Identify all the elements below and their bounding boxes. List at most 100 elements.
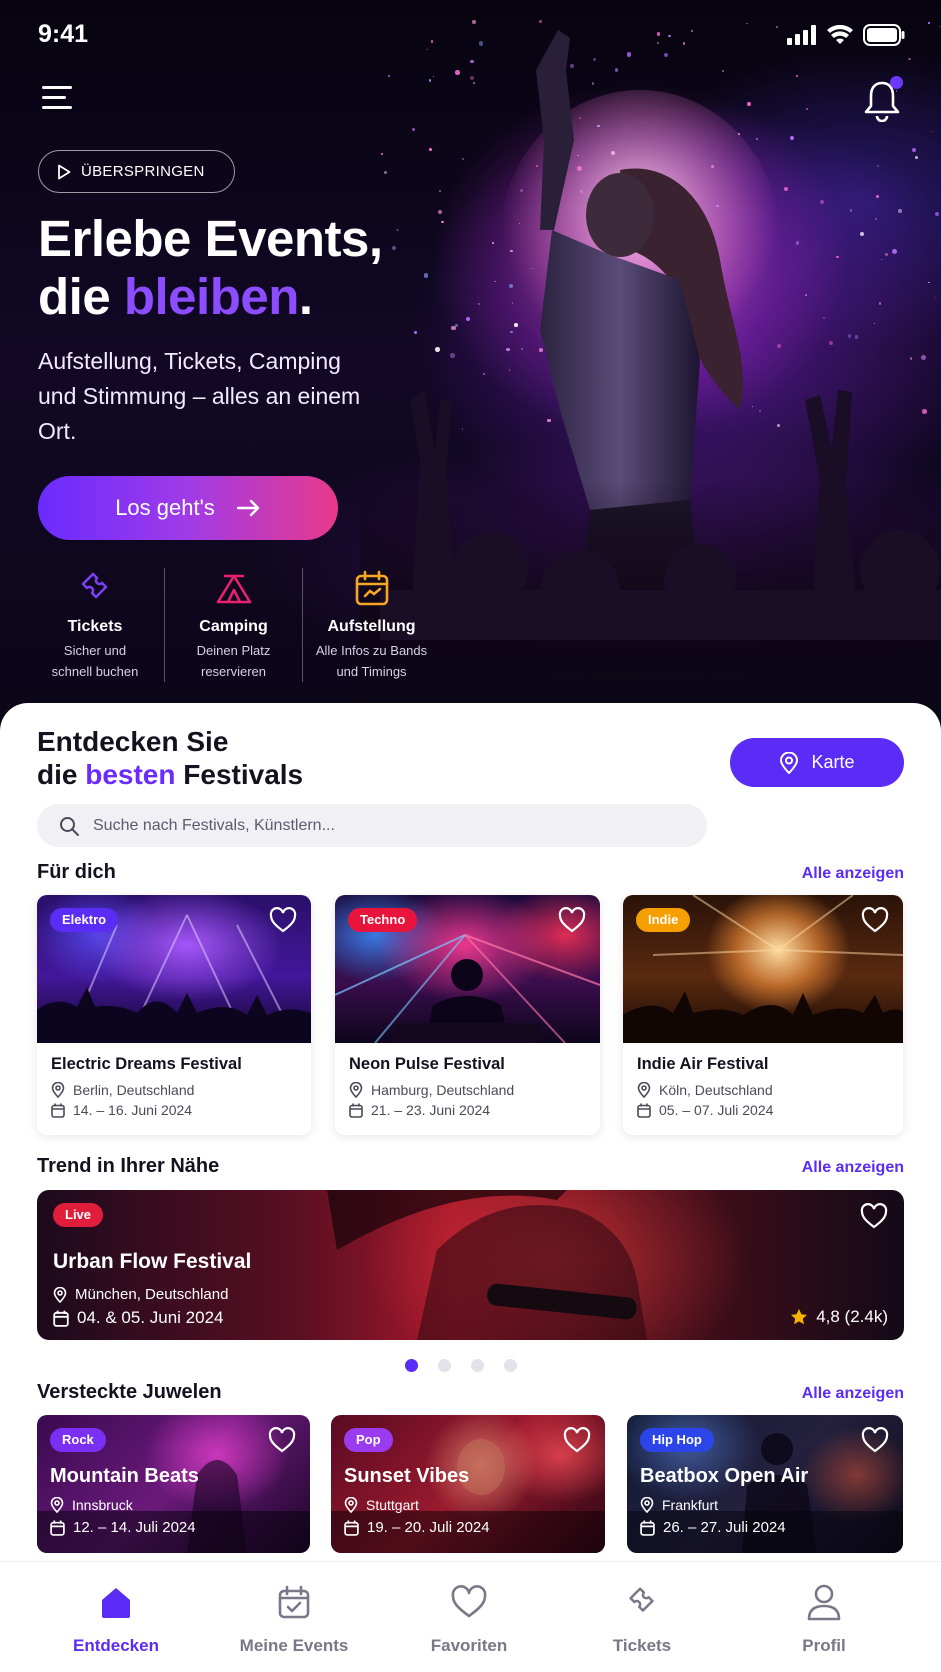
notification-badge [890,76,903,89]
hidden-gem-card[interactable]: Pop Sunset Vibes Stuttgart 19. – 20. Jul… [331,1415,605,1553]
favorite-heart-icon[interactable] [861,907,889,933]
sparkle-light [914,156,918,160]
carousel-dot[interactable] [504,1359,517,1372]
get-started-button[interactable]: Los geht's [38,476,338,540]
sparkle-light [892,248,898,254]
sparkle-light [455,70,460,75]
menu-icon[interactable] [42,84,74,112]
gem-date-text: 19. – 20. Juli 2024 [367,1519,490,1536]
location-pin-icon [637,1082,651,1098]
calendar-small-icon [344,1520,359,1536]
for-you-title: Für dich [37,861,116,883]
home-icon [102,1588,130,1618]
tab-tickets[interactable]: Tickets [562,1582,722,1656]
gem-date-text: 26. – 27. Juli 2024 [663,1519,786,1536]
trending-title: Trend in Ihrer Nähe [37,1155,220,1177]
hidden-gems-header: Versteckte Juwelen Alle anzeigen [37,1381,904,1404]
hidden-gems-see-all-link[interactable]: Alle anzeigen [802,1385,904,1403]
location-pin-icon [344,1497,358,1513]
sparkle-light [804,294,807,296]
genre-tag: Elektro [50,908,119,932]
feature-desc: Deinen Platz reservieren [165,640,302,682]
sparkle-light [884,252,888,256]
calendar-small-icon [50,1520,65,1536]
skip-button[interactable]: ÜBERSPRINGEN [38,150,235,193]
event-card[interactable]: Elektro Electric Dreams Festival Berlin,… [37,895,311,1135]
discover-title: Entdecken Sie die besten Festivals [37,725,303,791]
carousel-dot[interactable] [438,1359,451,1372]
sparkle-light [437,210,442,215]
signal-icon [787,25,816,45]
gem-title: Mountain Beats [50,1465,199,1487]
carousel-dot-active[interactable] [405,1359,418,1372]
genre-tag: Rock [50,1428,106,1452]
live-badge: Live [53,1203,104,1227]
status-icons [787,24,905,46]
sparkle-light [429,148,433,151]
favorite-heart-icon[interactable] [563,1427,591,1453]
feature-desc: Sicher und schnell buchen [26,640,164,682]
sparkle-light [413,331,417,335]
tab-my-events[interactable]: Meine Events [214,1582,374,1656]
search-placeholder: Suche nach Festivals, Künstlern... [93,816,335,834]
ticket-icon [81,572,108,599]
star-icon [791,1309,808,1325]
event-card[interactable]: Indie Indie Air Festival Köln, Deutschla… [623,895,903,1135]
sparkle-light [927,281,930,284]
for-you-see-all-link[interactable]: Alle anzeigen [802,865,904,883]
event-date-text: 14. – 16. Juni 2024 [73,1102,193,1118]
calendar-small-icon [51,1103,65,1118]
favorite-heart-icon[interactable] [558,907,586,933]
wifi-icon [827,25,853,44]
genre-tag: Pop [344,1428,393,1452]
tab-profile[interactable]: Profil [744,1582,904,1656]
sparkle-light [396,228,399,232]
trending-date: 04. & 05. Juni 2024 [53,1308,224,1328]
discover-title-accent: besten [85,759,176,790]
tab-label: Entdecken [73,1636,159,1655]
location-pin-icon [51,1082,65,1098]
gem-date-text: 12. – 14. Juli 2024 [73,1519,196,1536]
trending-location-text: München, Deutschland [75,1286,229,1303]
tab-favorites[interactable]: Favoriten [389,1582,549,1656]
headline-suffix: . [298,268,313,325]
favorite-heart-icon[interactable] [861,1427,889,1453]
hero-headline: Erlebe Events, die bleiben. [38,210,383,326]
tab-discover[interactable]: Entdecken [36,1582,196,1656]
event-location: Hamburg, Deutschland [349,1082,590,1098]
trending-event-card[interactable]: Live Urban Flow Festival München, Deutsc… [37,1190,904,1340]
search-input[interactable]: Suche nach Festivals, Künstlern... [37,804,707,847]
sparkle-light [432,76,434,78]
discover-sheet: Entdecken Sie die besten Festivals Karte… [0,703,941,1672]
favorite-heart-icon[interactable] [268,1427,296,1453]
feature-title: Tickets [67,618,123,635]
hidden-gem-card[interactable]: Hip Hop Beatbox Open Air Frankfurt 26. –… [627,1415,903,1553]
search-icon [60,816,79,836]
sparkle-light [880,258,883,261]
gem-title: Beatbox Open Air [640,1465,809,1487]
sparkle-light [859,232,864,237]
trending-see-all-link[interactable]: Alle anzeigen [802,1159,904,1177]
event-title: Indie Air Festival [637,1055,769,1073]
discover-title-suffix: Festivals [175,759,304,790]
map-pin-icon [780,751,799,774]
feature-desc-line: Sicher und [63,643,127,658]
map-button[interactable]: Karte [730,738,904,787]
event-card[interactable]: Techno Neon Pulse Festival Hamburg, Deut… [335,895,600,1135]
location-pin-icon [640,1497,654,1513]
event-card-body: Electric Dreams Festival Berlin, Deutsch… [51,1055,301,1118]
feature-desc: Alle Infos zu Bands und Timings [303,640,440,682]
carousel-dot[interactable] [471,1359,484,1372]
user-icon [807,1584,841,1621]
discover-title-line-2: die besten Festivals [37,758,303,791]
sparkle-light [878,302,882,305]
discover-title-prefix: die [37,759,86,790]
for-you-header: Für dich Alle anzeigen [37,861,904,884]
hidden-gem-card[interactable]: Rock Mountain Beats Innsbruck 12. – 14. … [37,1415,310,1553]
sparkle-light [897,208,903,214]
favorite-heart-icon[interactable] [269,907,297,933]
favorite-heart-icon[interactable] [860,1203,888,1229]
calendar-small-icon [53,1310,69,1327]
event-title: Electric Dreams Festival [51,1055,242,1073]
notification-bell-icon[interactable] [863,76,903,122]
